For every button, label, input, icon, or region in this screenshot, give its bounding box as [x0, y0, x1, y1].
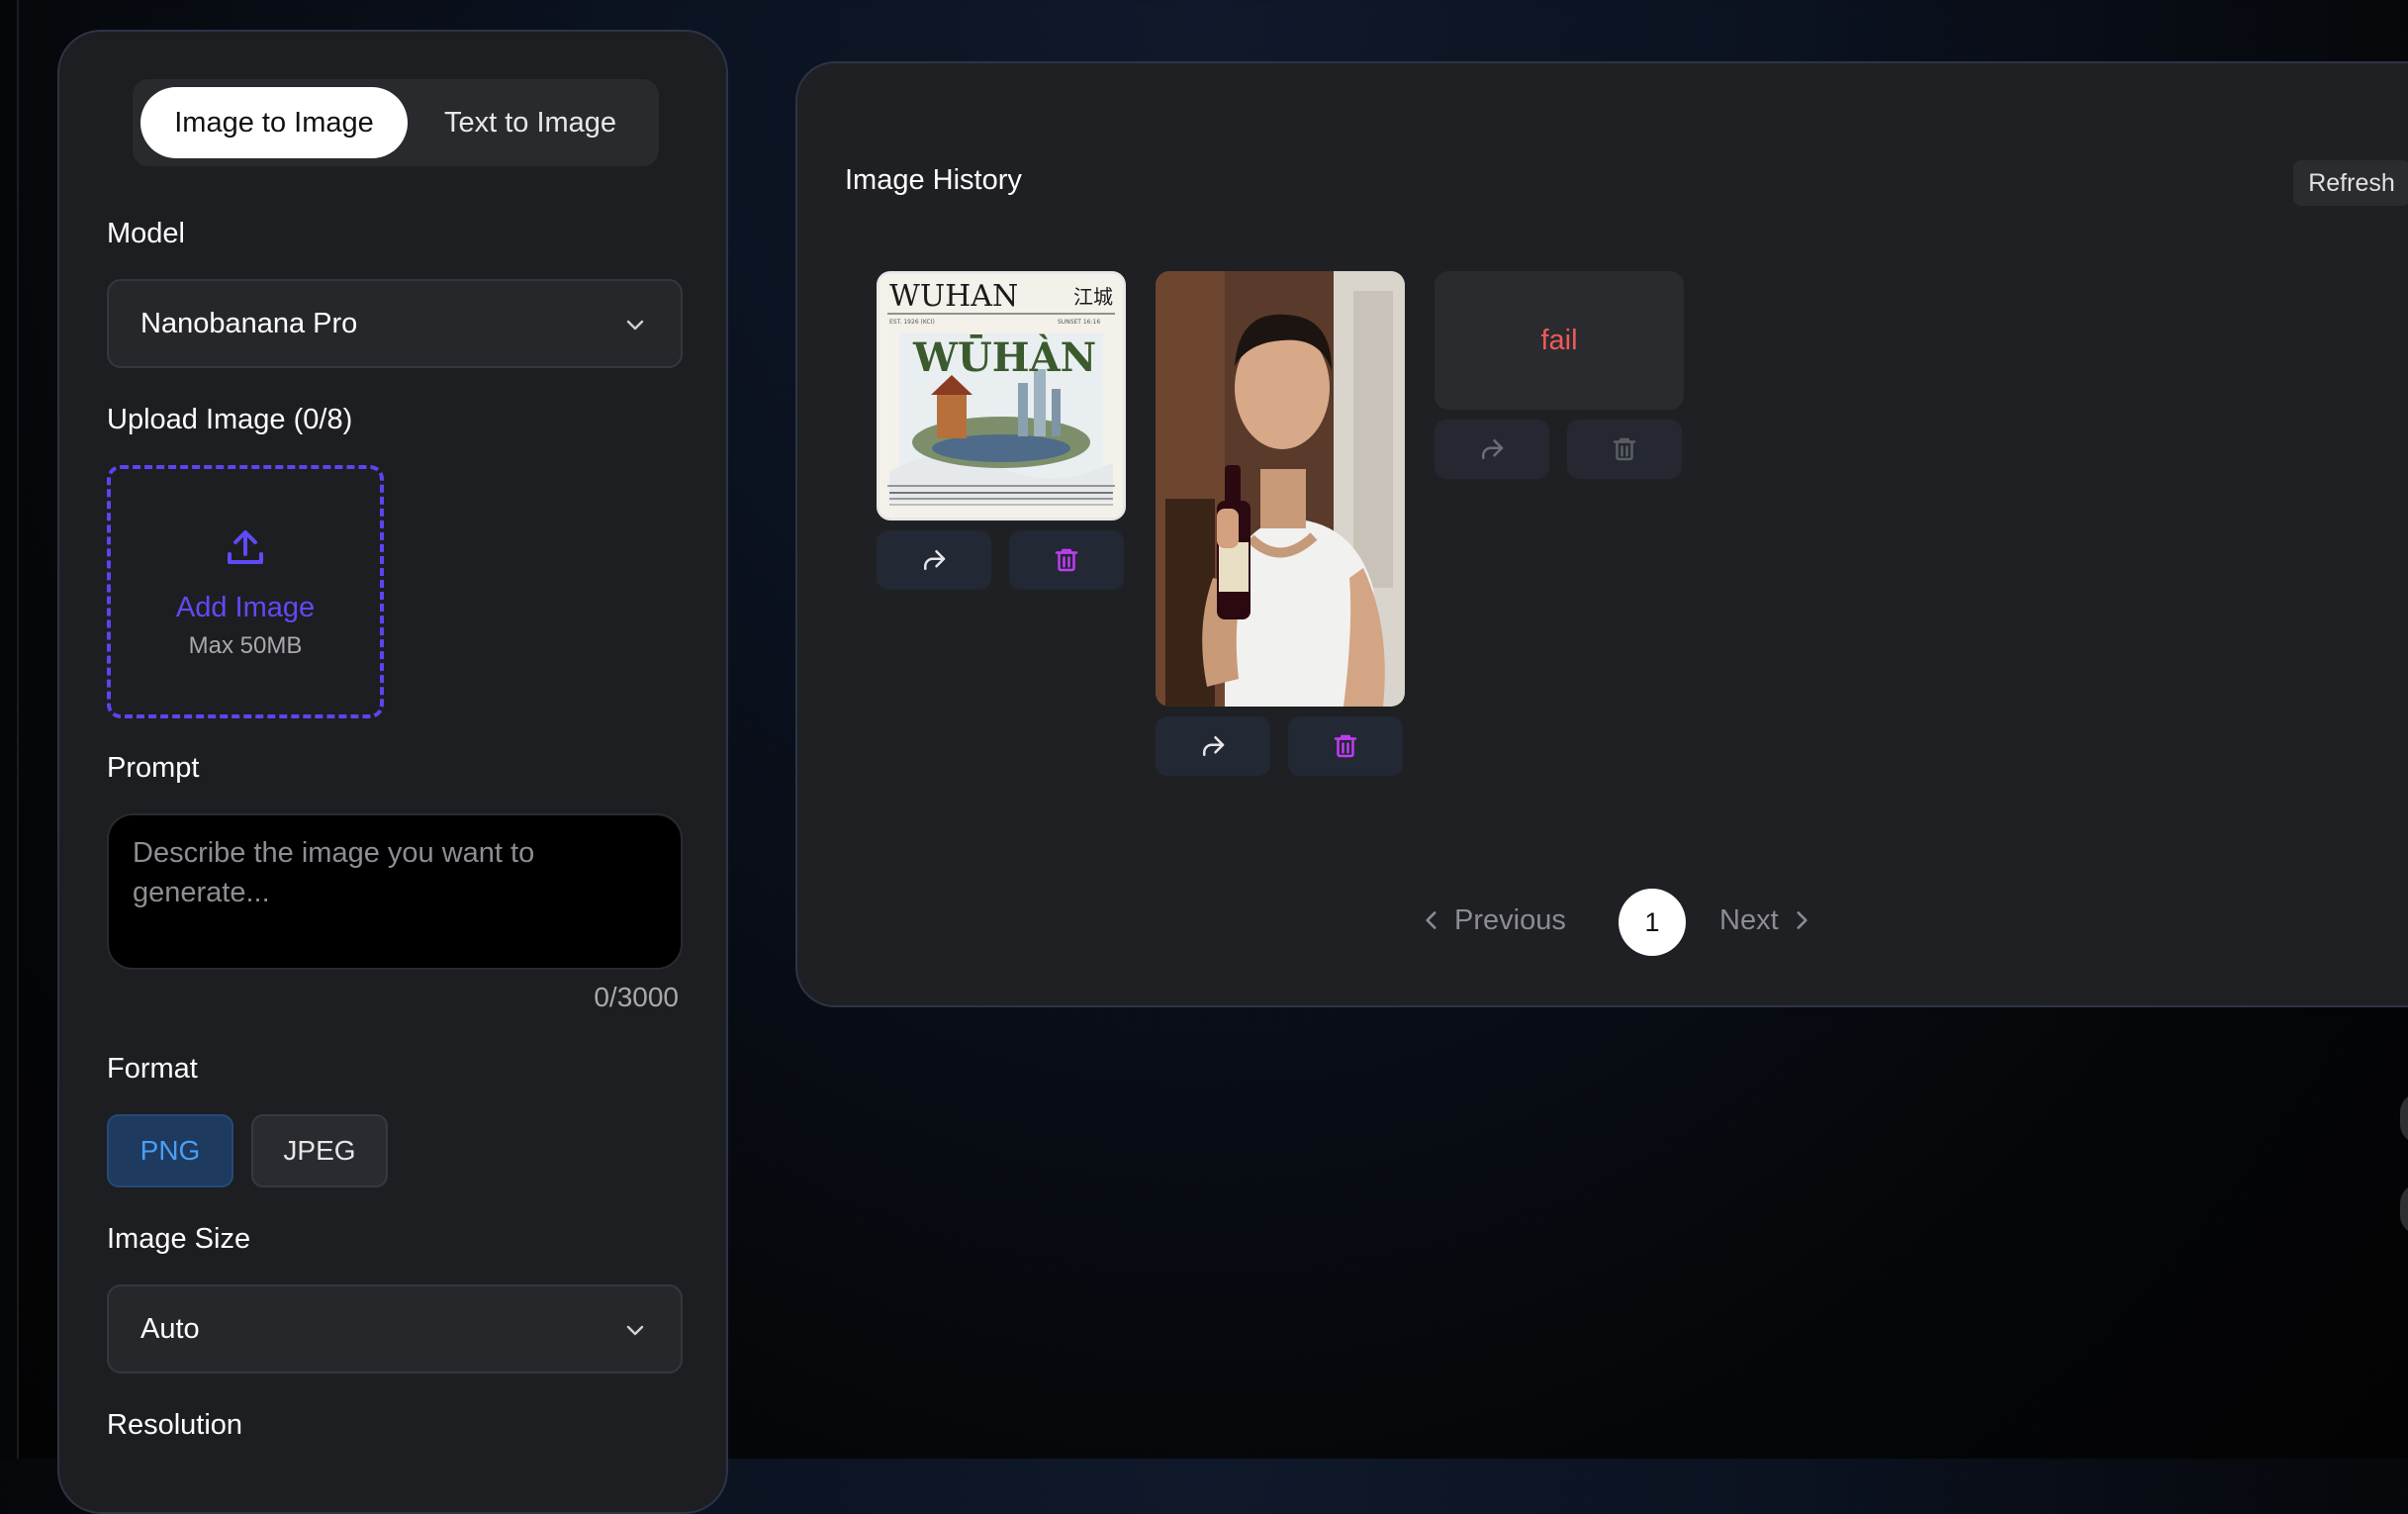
add-image-button[interactable]: Add Image	[176, 592, 315, 624]
history-image-poster[interactable]: WUHAN 江城 EST. 1926 (KCI) SUNSET 16:16 WŪ…	[877, 271, 1126, 520]
upload-dropzone[interactable]: Add Image Max 50MB	[107, 465, 384, 718]
poster-est: EST. 1926 (KCI)	[889, 319, 935, 326]
prompt-char-count: 0/3000	[594, 982, 679, 1013]
prompt-label: Prompt	[107, 752, 199, 785]
chevron-down-icon	[623, 1318, 647, 1342]
image-size-select[interactable]: Auto	[107, 1284, 683, 1373]
tab-text-to-image[interactable]: Text to Image	[410, 87, 651, 158]
tab-image-to-image[interactable]: Image to Image	[140, 87, 408, 158]
poster-title: WŪHÀN	[912, 334, 1096, 381]
mode-toggle: Image to Image Text to Image	[133, 79, 659, 166]
trash-icon	[1331, 731, 1360, 761]
model-label: Model	[107, 218, 185, 250]
format-jpeg-button[interactable]: JPEG	[251, 1114, 388, 1187]
share-button[interactable]	[1156, 716, 1270, 776]
delete-button[interactable]	[1009, 530, 1124, 590]
history-panel: Image History Refresh WUHAN 江城 EST. 1926…	[795, 61, 2408, 1007]
trash-icon	[1052, 545, 1081, 575]
chevron-left-icon	[1419, 907, 1444, 933]
share-button-disabled[interactable]	[1435, 420, 1549, 479]
share-icon	[1198, 731, 1228, 761]
history-title: Image History	[845, 164, 1022, 197]
upload-icon	[222, 524, 269, 572]
window-edge	[0, 0, 19, 1459]
previous-label: Previous	[1454, 904, 1566, 937]
refresh-button[interactable]: Refresh	[2293, 160, 2408, 206]
delete-button-disabled[interactable]	[1567, 420, 1682, 479]
upload-label: Upload Image (0/8)	[107, 404, 352, 436]
history-image-photo[interactable]	[1156, 271, 1405, 707]
page-number-current[interactable]: 1	[1619, 889, 1686, 956]
image-size-label: Image Size	[107, 1223, 250, 1256]
floating-action-button[interactable]	[2400, 1092, 2408, 1144]
upload-limit: Max 50MB	[189, 632, 303, 660]
chevron-right-icon	[1789, 907, 1814, 933]
format-label: Format	[107, 1053, 198, 1086]
poster-header-right: 江城	[1073, 285, 1113, 309]
poster-subline: SUNSET 16:16	[1058, 319, 1100, 326]
delete-button[interactable]	[1288, 716, 1403, 776]
generator-panel: Image to Image Text to Image Model Nanob…	[57, 30, 728, 1514]
format-png-button[interactable]: PNG	[107, 1114, 233, 1187]
share-icon	[919, 545, 949, 575]
next-label: Next	[1719, 904, 1779, 937]
chevron-down-icon	[623, 313, 647, 336]
share-icon	[1477, 434, 1507, 464]
history-item-failed: fail	[1435, 271, 1684, 410]
pagination-previous[interactable]: Previous	[1419, 887, 1566, 954]
trash-icon	[1610, 434, 1639, 464]
pagination-next[interactable]: Next	[1719, 887, 1814, 954]
poster-header-left: WUHAN	[889, 279, 1018, 314]
image-size-value: Auto	[140, 1313, 200, 1346]
photo-artwork	[1156, 271, 1405, 707]
prompt-textarea[interactable]: Describe the image you want to generate.…	[107, 813, 683, 970]
poster-artwork: WUHAN 江城 EST. 1926 (KCI) SUNSET 16:16 WŪ…	[880, 274, 1123, 518]
resolution-label: Resolution	[107, 1409, 242, 1442]
model-select[interactable]: Nanobanana Pro	[107, 279, 683, 368]
share-button[interactable]	[877, 530, 991, 590]
fail-status: fail	[1540, 325, 1577, 357]
model-value: Nanobanana Pro	[140, 308, 357, 340]
floating-action-button[interactable]	[2400, 1183, 2408, 1235]
